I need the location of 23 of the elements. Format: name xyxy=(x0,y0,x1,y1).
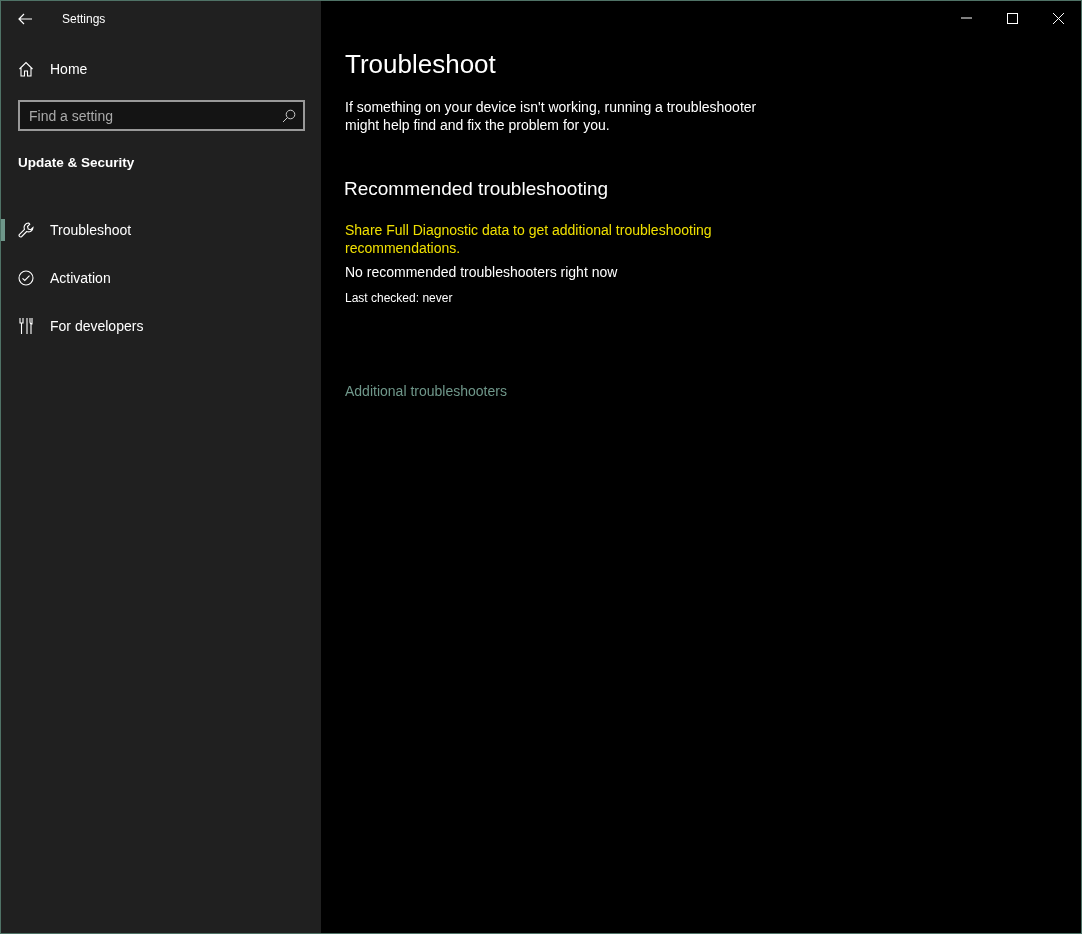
home-nav-item[interactable]: Home xyxy=(1,45,321,93)
nav-item[interactable]: For developers xyxy=(1,302,321,351)
window-title: Settings xyxy=(62,11,106,28)
last-checked-text: Last checked: never xyxy=(345,290,454,307)
close-icon xyxy=(1052,12,1064,24)
search-icon xyxy=(282,109,296,123)
maximize-icon xyxy=(1006,12,1018,24)
search-field[interactable]: Find a setting xyxy=(18,100,305,131)
diagnostic-warning: Share Full Diagnostic data to get additional troubleshooting recommendations. xyxy=(345,221,713,257)
wrench-icon xyxy=(18,222,34,239)
home-icon xyxy=(18,61,34,77)
status-text: No recommended troubleshooters right now xyxy=(345,263,619,282)
nav-item[interactable]: Troubleshoot xyxy=(1,206,321,255)
additional-troubleshooters-link[interactable]: Additional troubleshooters xyxy=(345,381,507,402)
back-arrow-icon xyxy=(18,13,32,25)
section-heading: Update & Security xyxy=(18,154,136,172)
minimize-icon xyxy=(960,17,972,19)
page-title: Troubleshoot xyxy=(345,49,497,81)
intro-text: If something on your device isn't working, running a troubleshooter might help find and fix the problem for you. xyxy=(345,98,758,135)
nav-item[interactable]: Activation xyxy=(1,254,321,303)
section-heading: Recommended troubleshooting xyxy=(344,178,610,201)
tools-icon xyxy=(18,317,34,336)
check-circle-icon xyxy=(18,270,34,287)
